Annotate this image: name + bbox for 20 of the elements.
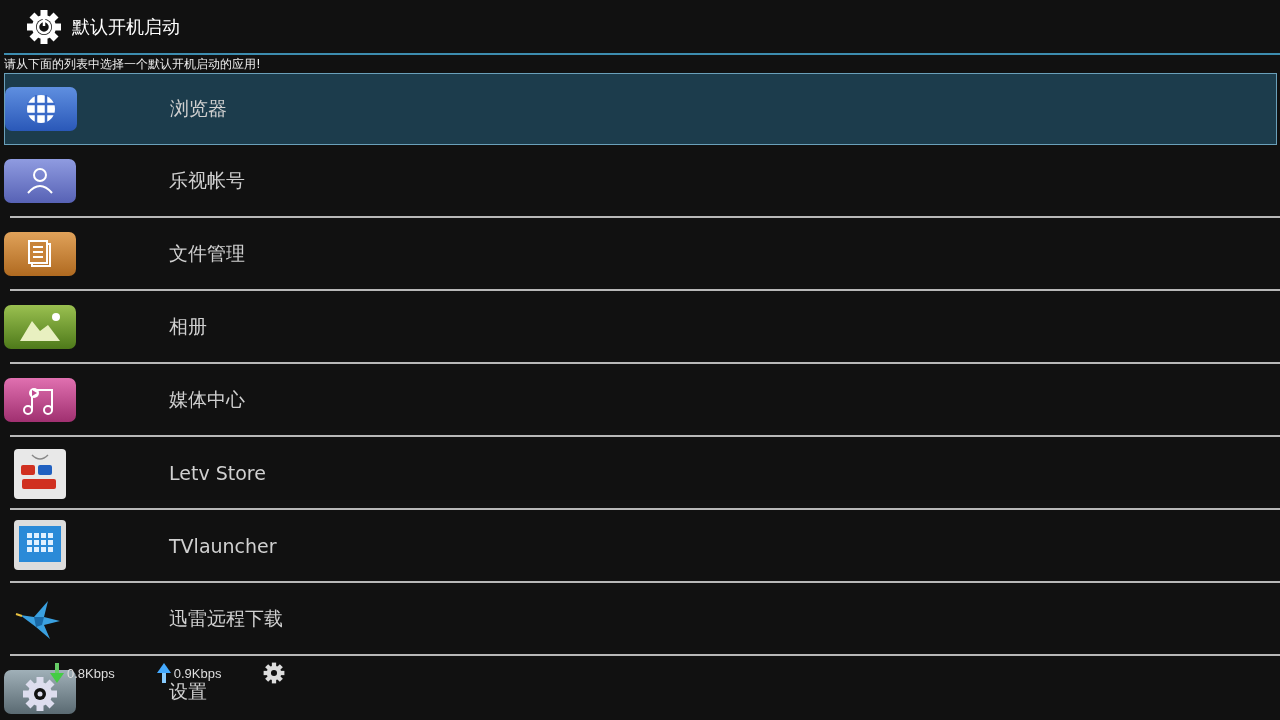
app-list-item[interactable]: 迅雷远程下载 [10,583,1280,656]
app-list-item[interactable]: 媒体中心 [10,364,1280,437]
settings-icon[interactable] [263,662,286,684]
download-arrow-icon [50,663,64,683]
document-icon [4,231,76,276]
instruction-text: 请从下面的列表中选择一个默认开机启动的应用! [4,57,261,71]
page-title: 默认开机启动 [72,14,180,39]
upload-arrow-icon [156,663,171,683]
app-list-item[interactable]: 浏览器 [4,73,1277,145]
app-list-item[interactable]: 乐视帐号 [10,145,1280,218]
power-gear-icon [26,8,62,45]
app-list-item[interactable]: 文件管理 [10,218,1280,291]
landscape-icon [4,304,76,349]
app-list-item[interactable]: 相册 [10,291,1280,364]
app-list-item[interactable]: Letv Store [10,437,1280,510]
person-icon [4,158,76,203]
app-list-item[interactable]: TVlauncher [10,510,1280,583]
globe-icon [5,87,77,131]
music-note-icon [4,377,76,422]
upload-speed: 0.9Kbps [173,665,222,681]
